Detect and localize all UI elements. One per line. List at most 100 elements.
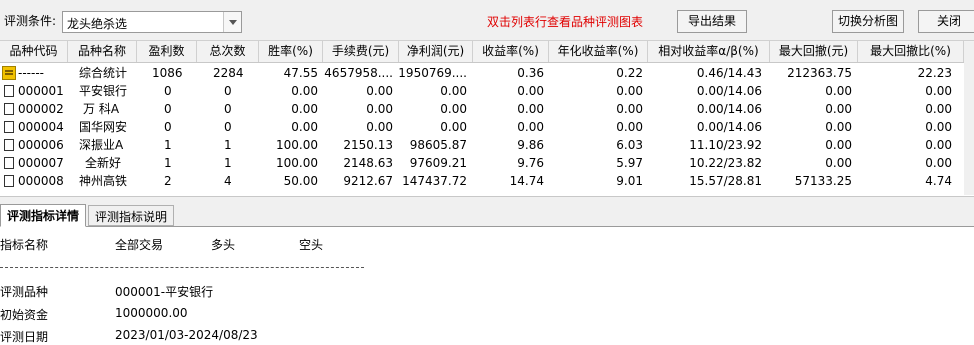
tab-bar: 评测指标详情 评测指标说明 [0,204,974,227]
tab-metric-description[interactable]: 评测指标说明 [88,205,175,226]
switch-chart-button[interactable]: 切换分析图 [832,10,904,33]
cell-wins: 0 [164,84,172,98]
cell-fee: 0.00 [366,84,393,98]
table-scrollbar[interactable] [964,42,974,195]
cell-total: 0 [224,84,232,98]
col-header-total[interactable]: 总次数 [197,41,259,62]
col-header-winrate[interactable]: 胜率(%) [259,41,323,62]
toolbar: 评测条件: 龙头绝杀选 双击列表行查看品种评测图表 导出结果 切换分析图 关闭 [0,0,974,41]
col-header-drawdown[interactable]: 最大回撤(元) [770,41,858,62]
cell-drawdown: 0.00 [825,138,852,152]
detail-col-long: 多头 [211,238,236,252]
cell-return: 9.86 [517,138,544,152]
table-header: 品种代码 品种名称 盈利数 总次数 胜率(%) 手续费(元) 净利润(元) 收益… [0,41,974,63]
cell-annual: 6.03 [616,138,643,152]
cell-fee: 0.00 [366,120,393,134]
cell-code: 000002 [18,102,64,116]
cell-drawdown-ratio: 4.74 [925,174,952,188]
col-header-drawdown-ratio[interactable]: 最大回撤比(%) [858,41,964,62]
cell-annual: 0.22 [616,66,643,80]
document-icon [4,85,14,97]
cell-winrate: 100.00 [276,138,318,152]
close-button[interactable]: 关闭 [918,10,974,33]
detail-item-label: 初始资金 [0,308,49,322]
cell-relative: 10.22/23.82 [689,156,762,170]
cell-winrate: 0.00 [291,84,318,98]
condition-select[interactable]: 龙头绝杀选 [62,11,242,33]
table-row[interactable]: 000004 国华网安 0 0 0.00 0.00 0.00 0.00 0.00… [0,118,974,136]
cell-winrate: 100.00 [276,156,318,170]
cell-drawdown: 57133.25 [794,174,852,188]
cell-winrate: 47.55 [283,66,318,80]
cell-name: 平安银行 [79,84,128,98]
cell-total: 0 [224,120,232,134]
cell-code: 000001 [18,84,64,98]
cell-drawdown: 0.00 [825,84,852,98]
cell-code: 000006 [18,138,64,152]
cell-wins: 2 [164,174,172,188]
cell-wins: 0 [164,120,172,134]
cell-profit: 98605.87 [409,138,467,152]
export-button[interactable]: 导出结果 [677,10,747,33]
table-row[interactable]: 000007 全新好 1 1 100.00 2148.63 97609.21 9… [0,154,974,172]
col-header-name[interactable]: 品种名称 [68,41,137,62]
cell-fee: 4657958.... [324,66,393,80]
cell-drawdown: 0.00 [825,102,852,116]
detail-col-short: 空头 [299,238,324,252]
detail-col-name: 指标名称 [0,238,49,252]
cell-return: 0.00 [517,84,544,98]
condition-select-value: 龙头绝杀选 [67,17,128,31]
cell-profit: 1950769.... [398,66,467,80]
table-row[interactable]: 000001 平安银行 0 0 0.00 0.00 0.00 0.00 0.00… [0,82,974,100]
cell-wins: 0 [164,102,172,116]
cell-return: 0.00 [517,102,544,116]
cell-winrate: 0.00 [291,120,318,134]
divider [0,267,364,268]
cell-fee: 2150.13 [343,138,393,152]
cell-profit: 97609.21 [409,156,467,170]
cell-relative: 0.00/14.06 [696,84,762,98]
detail-item-label: 评测日期 [0,330,49,344]
cell-drawdown-ratio: 22.23 [917,66,952,80]
cell-profit: 0.00 [440,102,467,116]
cell-profit: 0.00 [440,120,467,134]
cell-code: 000007 [18,156,64,170]
cell-name: 深振业A [79,138,124,152]
cell-total: 1 [224,156,232,170]
cell-total: 0 [224,102,232,116]
table-row[interactable]: 000002 万 科A 0 0 0.00 0.00 0.00 0.00 0.00… [0,100,974,118]
col-header-fee[interactable]: 手续费(元) [323,41,399,62]
col-header-return[interactable]: 收益率(%) [473,41,549,62]
tab-metric-details[interactable]: 评测指标详情 [0,204,87,227]
cell-winrate: 50.00 [283,174,318,188]
table-row[interactable]: 000006 深振业A 1 1 100.00 2150.13 98605.87 … [0,136,974,154]
condition-label: 评测条件: [4,14,57,28]
cell-code: 000004 [18,120,64,134]
cell-total: 2284 [213,66,244,80]
detail-item-value: 000001-平安银行 [115,285,214,299]
cell-fee: 2148.63 [343,156,393,170]
document-icon [4,157,14,169]
cell-drawdown: 212363.75 [787,66,852,80]
chevron-down-icon[interactable] [223,12,241,32]
col-header-wins[interactable]: 盈利数 [137,41,197,62]
col-header-relative[interactable]: 相对收益率α/β(%) [648,41,770,62]
cell-annual: 5.97 [616,156,643,170]
cell-drawdown-ratio: 0.00 [925,156,952,170]
col-header-code[interactable]: 品种代码 [0,41,68,62]
detail-item-value: 1000000.00 [115,306,188,320]
cell-wins: 1 [164,138,172,152]
col-header-annual[interactable]: 年化收益率(%) [549,41,648,62]
cell-wins: 1 [164,156,172,170]
table-row[interactable]: 000008 神州高铁 2 4 50.00 9212.67 147437.72 … [0,172,974,190]
cell-drawdown-ratio: 0.00 [925,102,952,116]
cell-total: 4 [224,174,232,188]
cell-return: 0.00 [517,120,544,134]
cell-winrate: 0.00 [291,102,318,116]
table-row[interactable]: ------ 综合统计 1086 2284 47.55 4657958.... … [0,64,974,82]
col-header-profit[interactable]: 净利润(元) [399,41,473,62]
cell-total: 1 [224,138,232,152]
detail-col-all: 全部交易 [115,238,164,252]
cell-drawdown: 0.00 [825,120,852,134]
results-table[interactable]: 品种代码 品种名称 盈利数 总次数 胜率(%) 手续费(元) 净利润(元) 收益… [0,41,974,196]
